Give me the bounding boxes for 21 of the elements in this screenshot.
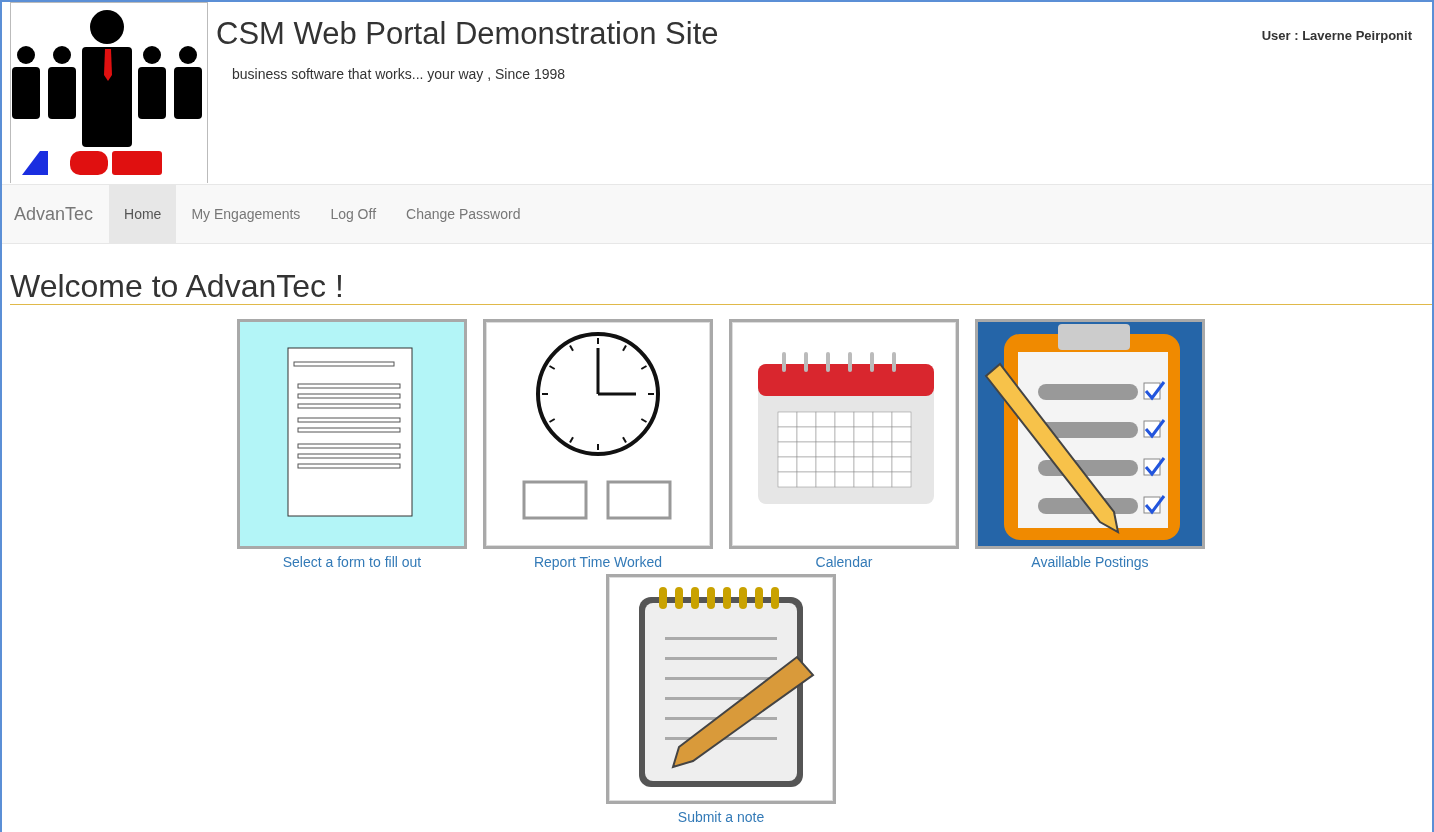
tile-image[interactable] (237, 319, 467, 549)
tile-image[interactable] (975, 319, 1205, 549)
user-name: User : Laverne Peirponit (1261, 27, 1413, 45)
tile-link[interactable]: Submit a note (677, 809, 765, 829)
tile-image[interactable] (483, 319, 713, 549)
tile-link[interactable]: Report Time Worked (533, 554, 663, 574)
tile-image[interactable] (606, 574, 836, 804)
nav-link[interactable]: Change Password (391, 185, 536, 243)
site-tagline: business software that works... your way , Since 1998 (232, 66, 567, 82)
tile-link[interactable]: Availlable Postings (1031, 554, 1149, 574)
document-icon (240, 322, 464, 546)
navbar-brand[interactable]: AdvanTec (10, 185, 110, 243)
tile-image[interactable] (729, 319, 959, 549)
nav-link[interactable]: Log Off (315, 185, 392, 243)
nav-link[interactable]: My Engagements (176, 185, 316, 243)
checklist-icon (978, 322, 1202, 546)
tile-link[interactable]: Select a form to fill out (282, 554, 422, 574)
tile-link[interactable]: Calendar (815, 554, 873, 574)
nav-link[interactable]: Home (109, 185, 177, 243)
site-title: CSM Web Portal Demonstration Site (216, 16, 720, 52)
welcome-heading: Welcome to AdvanTec ! (10, 244, 1432, 305)
